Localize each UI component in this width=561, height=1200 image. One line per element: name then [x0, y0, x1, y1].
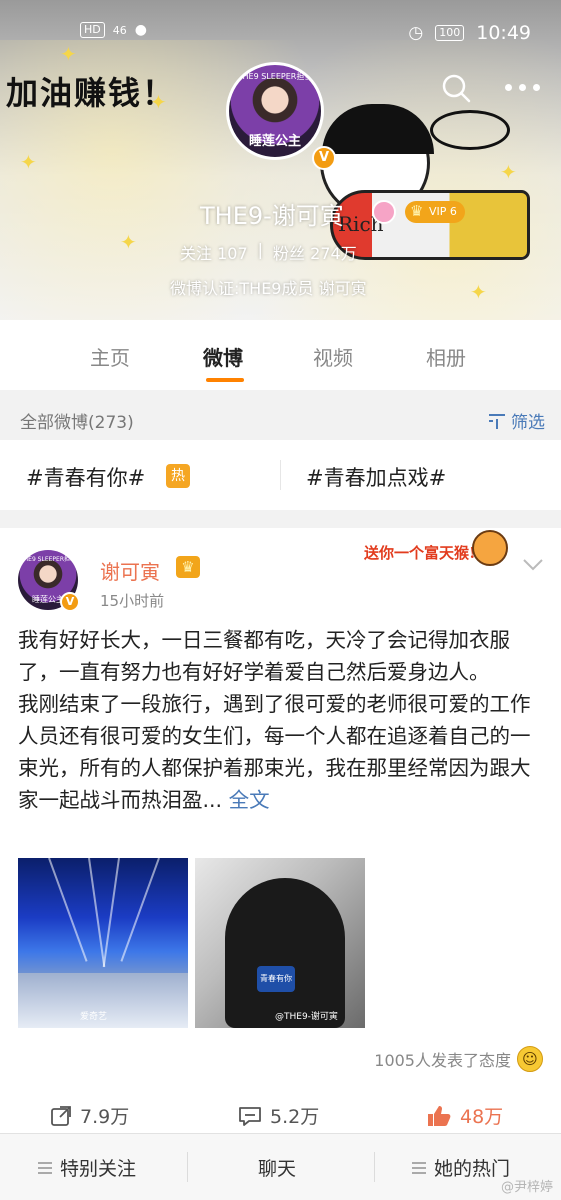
- post-paragraph: 我刚结束了一段旅行，遇到了很可爱的老师很可爱的工作人员还有很可爱的女生们，每一个…: [18, 688, 546, 816]
- monkey-icon: [472, 530, 508, 566]
- verified-icon: V: [312, 146, 336, 170]
- image-caption: @THE9-谢可寅: [275, 1012, 338, 1022]
- filter-button[interactable]: 筛选: [487, 408, 545, 433]
- image-caption: 爱奇艺: [80, 1012, 108, 1022]
- post-image-portrait[interactable]: 青春有你 @THE9-谢可寅: [195, 858, 365, 1028]
- profile-avatar[interactable]: THE9 SLEEPER担当 睡莲公主: [226, 62, 324, 160]
- divider: [280, 460, 281, 490]
- battery-icon: 100: [435, 25, 465, 41]
- post-image-stage[interactable]: 爱奇艺: [18, 858, 188, 1028]
- following-stat[interactable]: 关注 107: [180, 240, 248, 264]
- comment-button[interactable]: 5.2万: [238, 1102, 319, 1129]
- verification-text: 微博认证:THE9成员 谢可寅: [170, 279, 367, 298]
- read-more-link[interactable]: 全文: [229, 788, 270, 812]
- menu-icon: [38, 1161, 52, 1174]
- comment-count: 5.2万: [270, 1106, 320, 1128]
- followers-label: 粉丝: [273, 244, 306, 263]
- alarm-icon: ◷: [408, 23, 424, 43]
- hot-badge: 热: [166, 464, 190, 488]
- repost-icon: [51, 1105, 71, 1126]
- tab-album[interactable]: 相册: [426, 342, 466, 371]
- thumbs-up-icon: [428, 1105, 451, 1126]
- following-count: 107: [217, 244, 248, 263]
- bottom-action-bar: 特别关注 聊天 她的热门: [0, 1133, 561, 1200]
- her-hot-label: 她的热门: [434, 1158, 511, 1180]
- followers-count: 274万: [310, 244, 357, 263]
- vip-badge[interactable]: VIP 6: [405, 200, 465, 223]
- chat-button[interactable]: 聊天: [258, 1154, 296, 1181]
- cover-slogan: 加油赚钱！: [6, 74, 177, 112]
- tab-weibo[interactable]: 微博: [203, 342, 243, 371]
- filter-bar: 全部微博(273) 筛选: [0, 390, 561, 446]
- avatar-label: 睡莲公主: [248, 134, 301, 149]
- post-author[interactable]: 谢可寅: [100, 556, 160, 585]
- topic-qingchunyouni[interactable]: #青春有你#: [26, 462, 145, 492]
- profile-tabs: 主页 微博 视频 相册: [0, 320, 561, 390]
- special-follow-button[interactable]: 特别关注: [38, 1154, 136, 1181]
- profile-name: THE9-谢可寅: [200, 202, 344, 230]
- clock: 10:49: [476, 22, 531, 44]
- reactions-text: 1005人发表了态度: [374, 1051, 511, 1070]
- filter-icon: [489, 413, 505, 429]
- watermark: @尹梓婷: [500, 1180, 553, 1195]
- post-count: 全部微博(273): [20, 413, 134, 433]
- tab-videos[interactable]: 视频: [313, 342, 353, 371]
- membership-icon[interactable]: [372, 200, 396, 224]
- signal-icon: 46: [112, 23, 127, 37]
- hd-badge: HD: [80, 22, 105, 38]
- post-paragraph: 我有好好长大，一日三餐都有吃，天冷了会记得加衣服了，一直有努力也有好好学着爱自己…: [18, 628, 510, 684]
- special-follow-label: 特别关注: [60, 1158, 137, 1180]
- portrait-figure: [225, 878, 345, 1028]
- active-tab-indicator: [206, 378, 244, 382]
- profile-stats: 关注 107 | 粉丝 274万: [180, 240, 357, 264]
- sticker-text: 送你一个富天猴!: [364, 544, 476, 562]
- menu-icon: [412, 1161, 426, 1174]
- cartoon-braid: [430, 110, 510, 150]
- search-icon[interactable]: [440, 72, 472, 104]
- smile-emoji-icon: ☺: [517, 1046, 543, 1072]
- wechat-icon: ●: [134, 22, 147, 38]
- topic-bar: #青春有你# 热 #青春加点戏#: [0, 440, 561, 510]
- status-bar: HD 46 ● ◷ 100 10:49: [0, 0, 561, 62]
- divider: [187, 1152, 188, 1182]
- star-decoration: ✦: [20, 150, 37, 174]
- microphone-icon: 青春有你: [257, 966, 295, 992]
- tab-home[interactable]: 主页: [90, 342, 130, 371]
- star-decoration: ✦: [500, 160, 517, 184]
- chat-label: 聊天: [258, 1158, 297, 1180]
- crown-icon: ♛: [176, 556, 200, 578]
- reactions-summary[interactable]: 1005人发表了态度 ☺: [374, 1046, 543, 1072]
- more-icon[interactable]: [505, 84, 545, 94]
- avatar-ring-text: THE9 SLEEPER担当: [237, 72, 313, 81]
- star-decoration: ✦: [120, 230, 137, 254]
- profile-cover: ✦ ✦ ✦ ✦ ✦ ✦ HD 46 ● ◷ 100 10:49 加油赚钱！ Ri…: [0, 0, 561, 320]
- comment-icon: [239, 1106, 261, 1126]
- star-decoration: ✦: [470, 280, 487, 304]
- repost-button[interactable]: 7.9万: [50, 1102, 129, 1129]
- like-count: 48万: [460, 1106, 504, 1128]
- post-time: 15小时前: [100, 592, 165, 610]
- avatar-ring-text: THE9 SLEEPER担当: [19, 556, 76, 563]
- following-label: 关注: [180, 244, 213, 263]
- repost-count: 7.9万: [80, 1106, 130, 1128]
- verified-icon: V: [60, 592, 80, 612]
- followers-stat[interactable]: 粉丝 274万: [273, 240, 357, 264]
- like-button[interactable]: 48万: [426, 1102, 503, 1129]
- topic-qingchunjiadianxi[interactable]: #青春加点戏#: [306, 462, 446, 492]
- post-paragraph-text: 我刚结束了一段旅行，遇到了很可爱的老师很可爱的工作人员还有很可爱的女生们，每一个…: [18, 692, 531, 812]
- filter-label: 筛选: [511, 413, 545, 433]
- post-card[interactable]: THE9 SLEEPER担当 睡莲公主 V 谢可寅 ♛ 15小时前 送你一个富天…: [0, 528, 561, 1133]
- card-sticker: 送你一个富天猴!: [360, 528, 510, 572]
- divider: [374, 1152, 375, 1182]
- her-hot-button[interactable]: 她的热门: [412, 1154, 510, 1181]
- post-body: 我有好好长大，一日三餐都有吃，天冷了会记得加衣服了，一直有努力也有好好学着爱自己…: [18, 624, 546, 816]
- chevron-down-icon[interactable]: [522, 558, 544, 572]
- post-actions: 7.9万 5.2万 48万: [0, 1098, 561, 1134]
- stats-divider: |: [257, 240, 264, 259]
